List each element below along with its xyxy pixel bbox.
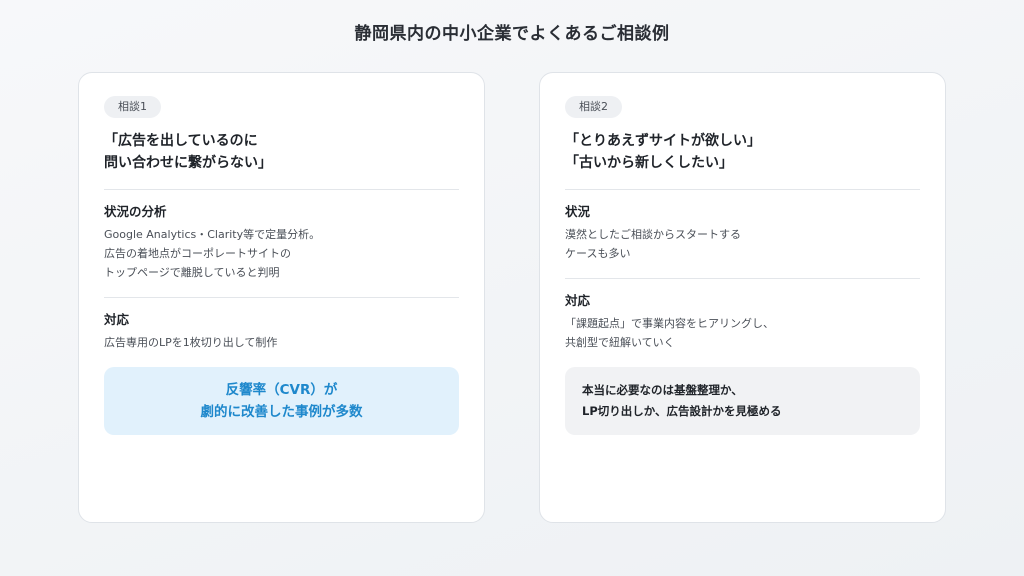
body-line: トップページで離脱していると判明 xyxy=(104,266,280,279)
consultation-headline: 「とりあえずサイトが欲しい」 「古いから新しくしたい」 xyxy=(565,130,920,174)
highlight-line: 反響率（CVR）が xyxy=(225,382,338,398)
section-title-response: 対応 xyxy=(104,312,130,327)
divider xyxy=(104,297,459,298)
body-line: 漠然としたご相談からスタートする xyxy=(565,228,741,241)
section-body-situation: 漠然としたご相談からスタートする ケースも多い xyxy=(565,225,920,263)
headline-line: 「古いから新しくしたい」 xyxy=(565,155,733,171)
section-body-response: 「課題起点」で事業内容をヒアリングし、 共創型で紐解いていく xyxy=(565,314,920,352)
headline-line: 問い合わせに繋がらない」 xyxy=(104,155,272,171)
page-title: 静岡県内の中小企業でよくあるご相談例 xyxy=(354,24,670,44)
body-line: ケースも多い xyxy=(565,247,631,260)
section-title-analysis: 状況の分析 xyxy=(104,204,167,219)
body-line: 広告専用のLPを1枚切り出して制作 xyxy=(104,336,278,349)
consultation-badge: 相談1 xyxy=(104,96,161,118)
body-line: 共創型で紐解いていく xyxy=(565,336,675,349)
divider xyxy=(565,278,920,279)
result-highlight: 反響率（CVR）が 劇的に改善した事例が多数 xyxy=(104,367,459,435)
consultation-headline: 「広告を出しているのに 問い合わせに繋がらない」 xyxy=(104,130,459,174)
section-title-response: 対応 xyxy=(565,293,591,308)
highlight-line: LP切り出しか、広告設計かを見極める xyxy=(582,404,782,418)
body-line: Google Analytics・Clarity等で定量分析。 xyxy=(104,228,321,241)
consultation-card-1: 相談1 「広告を出しているのに 問い合わせに繋がらない」 状況の分析 Googl… xyxy=(78,72,485,523)
section-body-response: 広告専用のLPを1枚切り出して制作 xyxy=(104,333,459,352)
highlight-line: 劇的に改善した事例が多数 xyxy=(200,404,363,420)
section-title-situation: 状況 xyxy=(565,204,591,219)
divider xyxy=(104,189,459,190)
headline-line: 「広告を出しているのに xyxy=(104,133,258,149)
section-body-analysis: Google Analytics・Clarity等で定量分析。 広告の着地点がコ… xyxy=(104,225,459,282)
body-line: 広告の着地点がコーポレートサイトの xyxy=(104,247,291,260)
consultation-badge: 相談2 xyxy=(565,96,622,118)
result-highlight: 本当に必要なのは基盤整理か、 LP切り出しか、広告設計かを見極める xyxy=(565,367,920,435)
divider xyxy=(565,189,920,190)
headline-line: 「とりあえずサイトが欲しい」 xyxy=(565,133,761,149)
consultation-card-2: 相談2 「とりあえずサイトが欲しい」 「古いから新しくしたい」 状況 漠然とした… xyxy=(539,72,946,523)
highlight-line: 本当に必要なのは基盤整理か、 xyxy=(582,383,743,397)
body-line: 「課題起点」で事業内容をヒアリングし、 xyxy=(565,317,774,330)
